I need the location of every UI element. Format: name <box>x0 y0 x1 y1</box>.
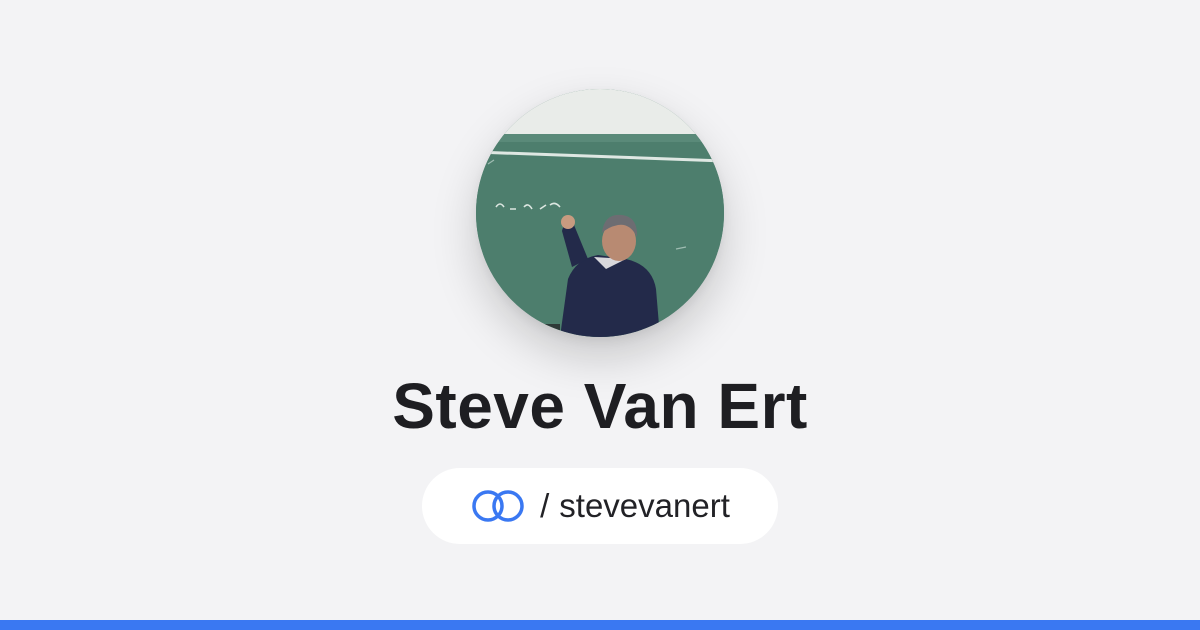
linked-rings-icon <box>470 488 528 524</box>
profile-name: Steve Van Ert <box>392 370 808 442</box>
bottom-accent-bar <box>0 620 1200 630</box>
profile-avatar <box>476 89 724 337</box>
profile-handle-link[interactable]: / stevevanert <box>422 468 778 544</box>
profile-handle: stevevanert <box>559 487 730 524</box>
handle-separator: / <box>540 487 550 524</box>
